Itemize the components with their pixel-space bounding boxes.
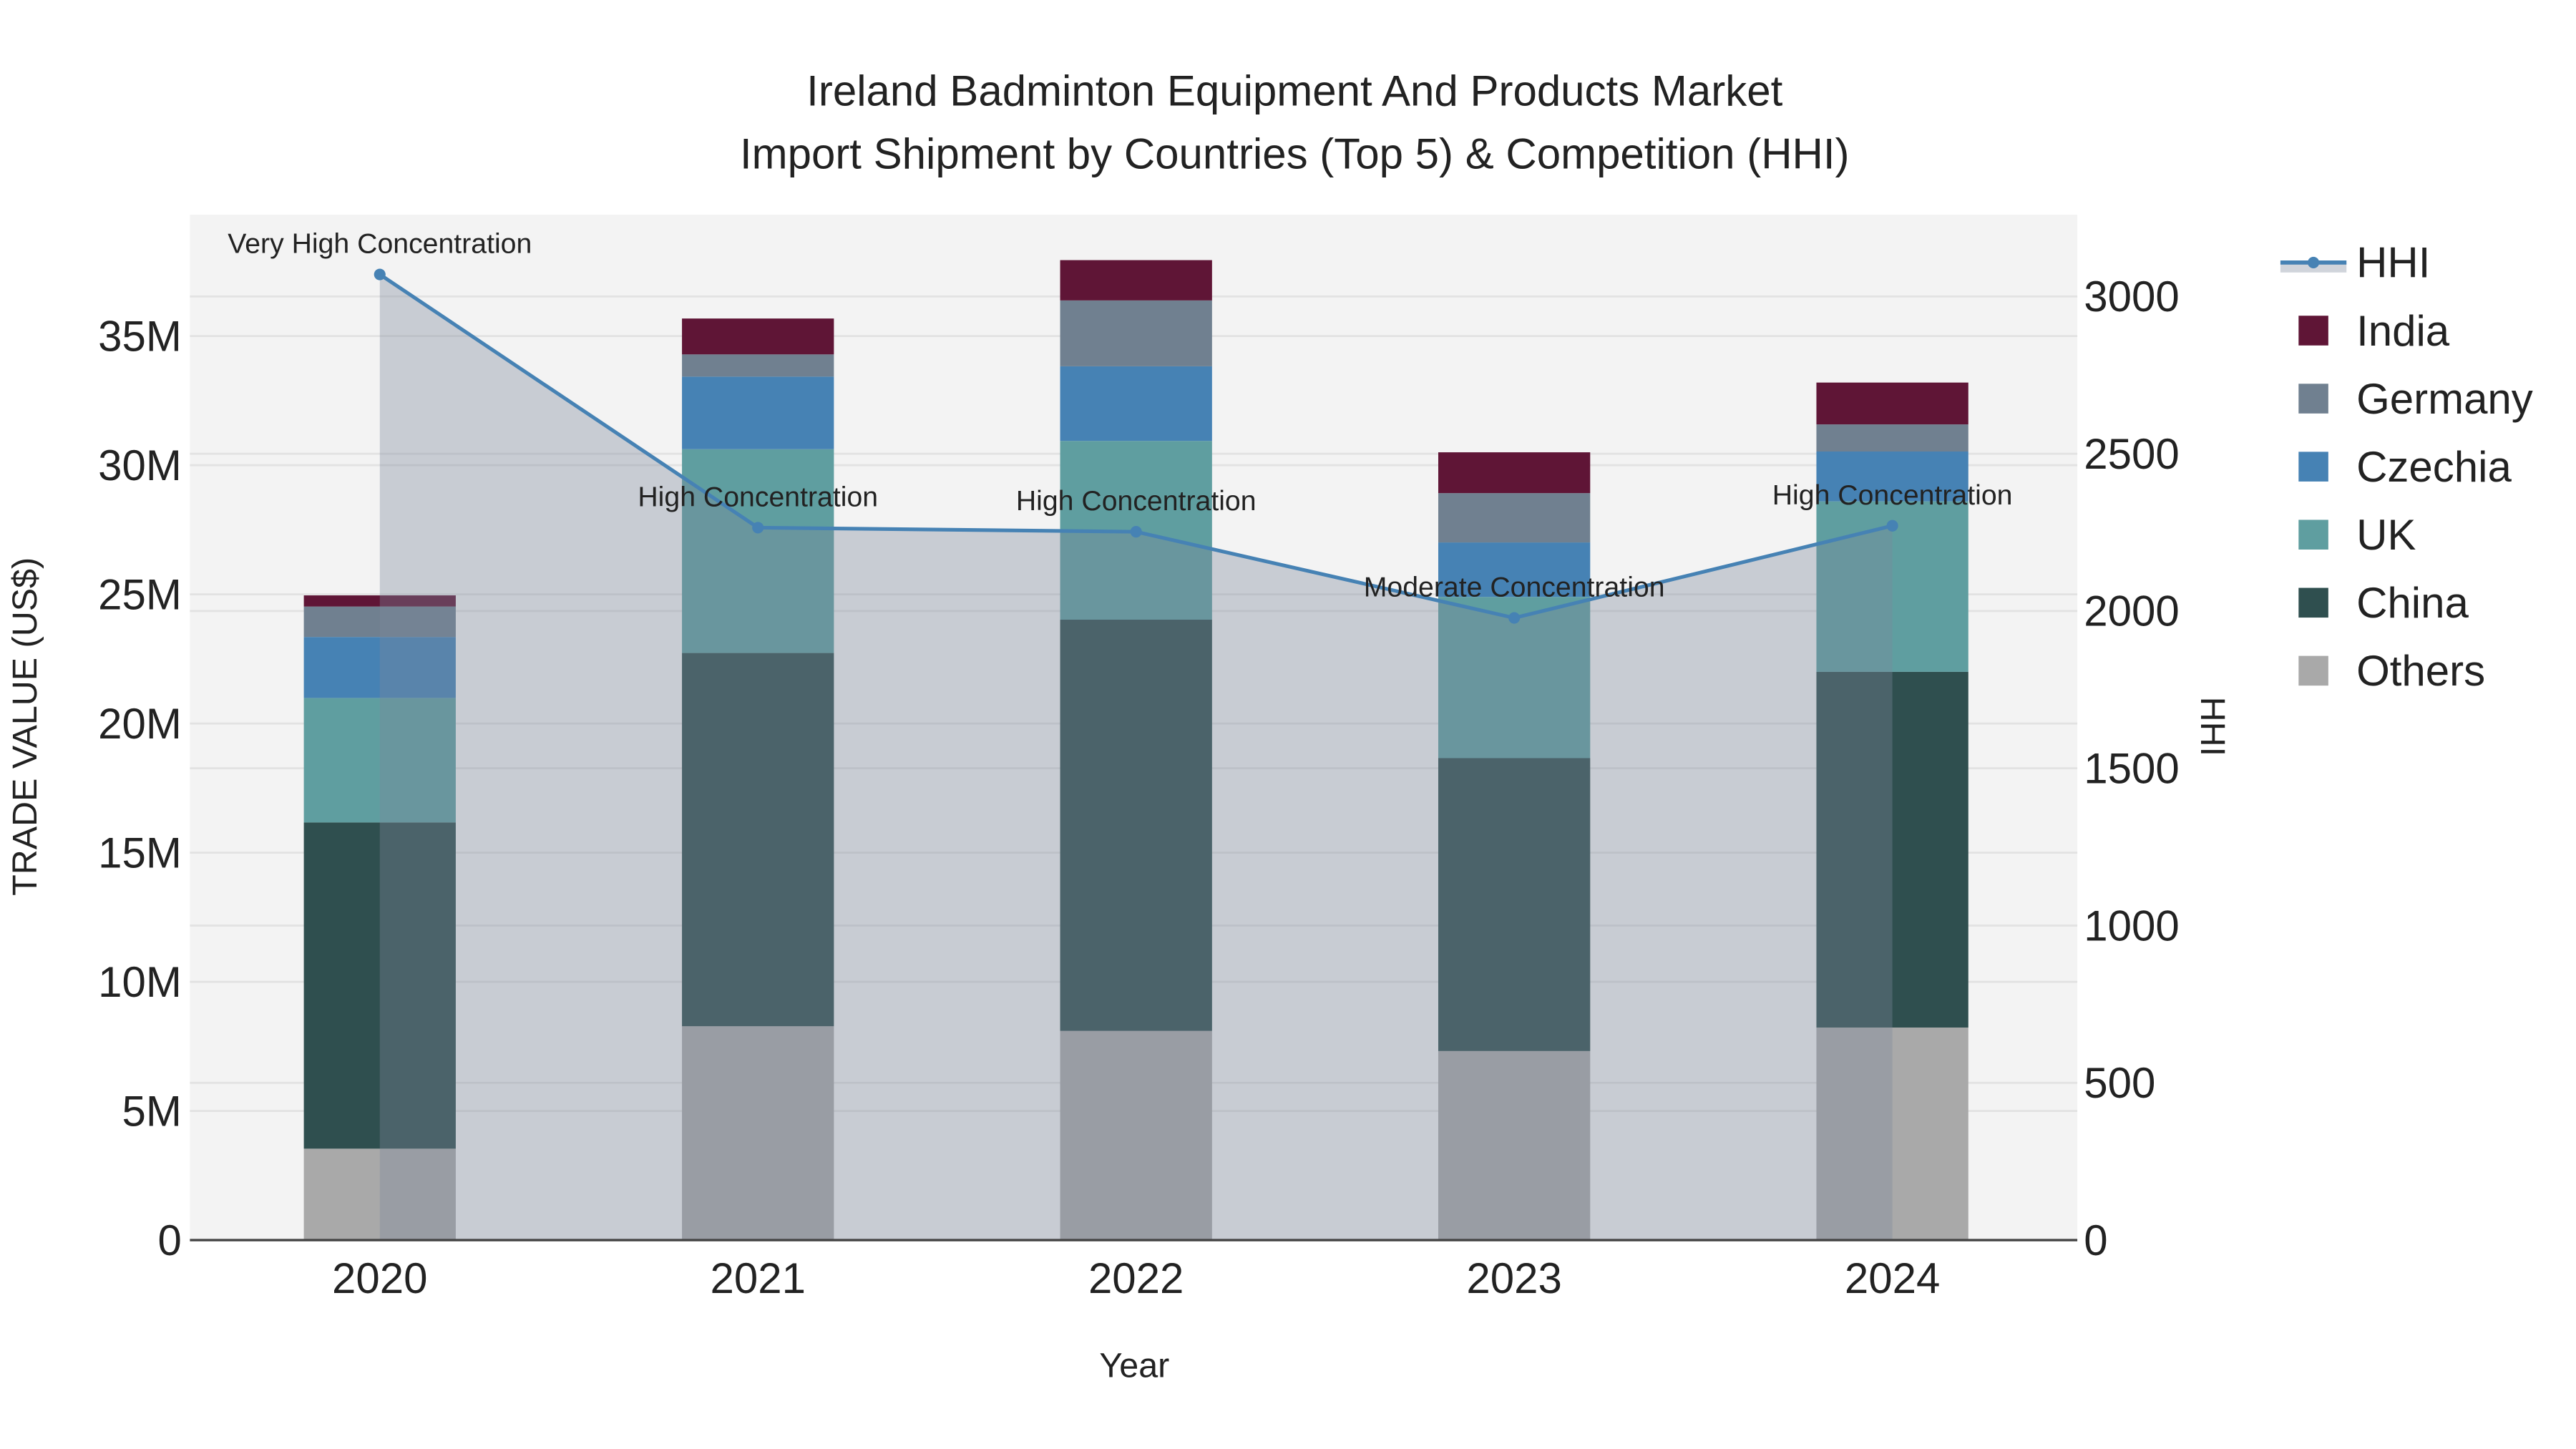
y-tick-label: 5M [122, 1087, 181, 1135]
legend-label-india: India [2356, 307, 2450, 355]
x-tick-label: 2021 [710, 1254, 805, 1302]
y-axis-title: TRADE VALUE (US$) [6, 557, 44, 896]
y2-tick-label: 0 [2084, 1216, 2107, 1264]
y-tick-label: 20M [98, 700, 182, 748]
y-tick-label: 35M [98, 312, 182, 360]
bar-czechia-2021 [682, 376, 834, 449]
hhi-point-2023 [1508, 612, 1521, 624]
hhi-point-2021 [752, 522, 764, 534]
legend-swatch-czechia [2298, 452, 2328, 482]
bar-germany-2024 [1816, 424, 1968, 452]
hhi-annotation-2021: High Concentration [638, 481, 878, 512]
legend-swatch-others [2298, 655, 2328, 686]
hhi-annotation-2020: Very High Concentration [228, 228, 532, 260]
hhi-annotation-2024: High Concentration [1772, 479, 2013, 511]
bar-india-2022 [1060, 260, 1212, 301]
hhi-point-2022 [1130, 526, 1142, 538]
legend-swatch-india [2298, 316, 2328, 346]
y-tick-label: 30M [98, 441, 182, 489]
x-tick-label: 2022 [1088, 1254, 1184, 1302]
y-tick-label: 15M [98, 829, 182, 877]
bar-india-2024 [1816, 382, 1968, 425]
chart-title-line-2: Import Shipment by Countries (Top 5) & C… [740, 130, 1850, 177]
legend-label-hhi: HHI [2356, 239, 2430, 287]
bar-germany-2023 [1438, 493, 1591, 543]
x-tick-label: 2024 [1845, 1254, 1940, 1302]
bar-india-2021 [682, 318, 834, 355]
legend-swatch-germany [2298, 384, 2328, 414]
hhi-point-2020 [374, 268, 386, 280]
y2-axis-title: HHI [2193, 697, 2232, 756]
legend-label-czechia: Czechia [2356, 443, 2512, 491]
legend-label-others: Others [2356, 647, 2485, 695]
legend-label-china: China [2356, 579, 2469, 627]
hhi-annotation-2022: High Concentration [1016, 485, 1257, 517]
y2-tick-label: 1000 [2084, 902, 2179, 950]
y2-tick-label: 3000 [2084, 273, 2179, 321]
bar-india-2023 [1438, 452, 1591, 494]
y2-tick-label: 2000 [2084, 587, 2179, 635]
hhi-import-chart: Ireland Badminton Equipment And Products… [0, 0, 2576, 1449]
y-tick-label: 10M [98, 958, 182, 1006]
legend-label-uk: UK [2356, 511, 2416, 559]
hhi-point-2024 [1886, 519, 1898, 532]
y-tick-label: 0 [157, 1216, 181, 1264]
y-tick-label: 25M [98, 570, 182, 618]
bar-germany-2021 [682, 354, 834, 377]
x-tick-label: 2020 [332, 1254, 427, 1302]
chart-title-line-1: Ireland Badminton Equipment And Products… [806, 67, 1782, 115]
bar-germany-2022 [1060, 300, 1212, 366]
y2-tick-label: 500 [2084, 1059, 2155, 1107]
legend-label-germany: Germany [2356, 375, 2533, 423]
bar-czechia-2022 [1060, 366, 1212, 441]
legend-swatch-china [2298, 587, 2328, 618]
x-tick-label: 2023 [1466, 1254, 1561, 1302]
legend-hhi-marker [2308, 256, 2320, 268]
y2-tick-label: 1500 [2084, 744, 2179, 792]
x-axis-title: Year [1099, 1347, 1169, 1385]
legend-swatch-uk [2298, 519, 2328, 550]
hhi-annotation-2023: Moderate Concentration [1364, 572, 1665, 603]
y2-tick-label: 2500 [2084, 430, 2179, 478]
